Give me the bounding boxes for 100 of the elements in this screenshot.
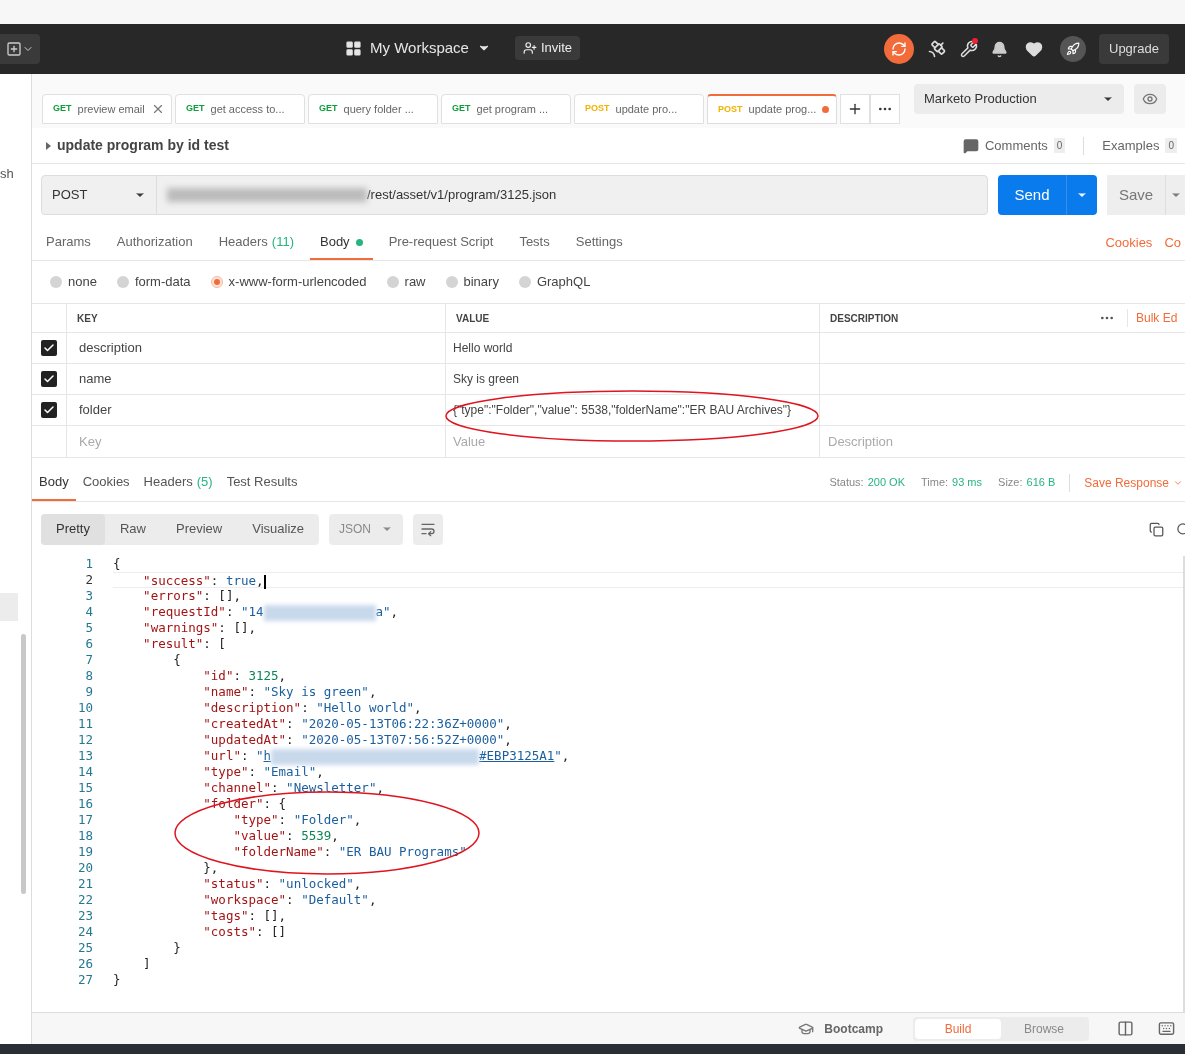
code-token: { — [113, 556, 121, 571]
view-tab[interactable]: Raw — [104, 513, 161, 545]
method-label: GET — [186, 102, 205, 116]
code-token: , — [331, 828, 339, 843]
line-number: 15 — [76, 780, 93, 796]
code-token: , — [504, 732, 512, 747]
scrollbar[interactable] — [21, 634, 26, 894]
view-tab[interactable]: Pretty — [41, 513, 105, 545]
heart-icon[interactable] — [1025, 40, 1043, 58]
wrench-icon[interactable] — [960, 40, 978, 58]
line-number: 26 — [76, 956, 93, 972]
request-tab[interactable]: POST update prog... — [707, 94, 837, 124]
comments-link[interactable]: Comments — [984, 135, 1048, 156]
request-tab[interactable]: GET query folder ... — [308, 94, 438, 124]
status-label: Status: — [829, 475, 864, 491]
body-type-radio[interactable]: x-www-form-urlencoded — [210, 272, 367, 292]
column-header: KEY — [66, 304, 445, 332]
code-token: , — [368, 892, 377, 907]
code-token: 3125 — [248, 668, 279, 683]
sync-button[interactable] — [884, 34, 914, 64]
code-token: "Default" — [301, 892, 369, 907]
response-tab[interactable]: Cookies — [75, 464, 137, 501]
body-type-radio[interactable]: none — [50, 272, 97, 292]
line-number: 6 — [84, 636, 93, 652]
line-number: 11 — [76, 716, 93, 732]
satellite-icon[interactable] — [927, 39, 947, 59]
section-tab[interactable]: Tests — [509, 226, 560, 260]
checkbox[interactable] — [41, 402, 57, 418]
code-token: : — [278, 812, 288, 827]
upgrade-button[interactable]: Upgrade — [1099, 34, 1169, 64]
input-field[interactable]: Description — [819, 426, 1185, 457]
response-tab[interactable]: Headers (5) — [136, 464, 220, 501]
keyboard-icon[interactable] — [1158, 1020, 1175, 1037]
workspace-dropdown[interactable]: My Workspace — [345, 36, 491, 60]
code-token: "warnings" — [142, 620, 219, 635]
tab-title: preview email — [77, 101, 145, 117]
eye-button[interactable] — [1134, 84, 1166, 114]
request-tab[interactable]: POST update pro... — [574, 94, 704, 124]
check-icon — [43, 342, 55, 354]
checkbox[interactable] — [41, 371, 57, 387]
code-token: "updatedAt" — [202, 732, 287, 747]
code-token: "2020-05-13T06:22:36Z+0000" — [301, 716, 505, 731]
environment-dropdown[interactable]: Marketo Production — [914, 84, 1124, 114]
examples-link[interactable]: Examples — [1102, 135, 1160, 156]
code-token: "url" — [202, 748, 241, 763]
view-tab[interactable]: Preview — [161, 513, 238, 545]
code-token: : — [271, 780, 280, 795]
count-label: (5) — [196, 472, 213, 491]
section-tab[interactable]: Pre-request Script — [378, 226, 504, 260]
response-tab[interactable]: Body — [32, 464, 76, 501]
code-token: , — [368, 684, 377, 699]
request-tab[interactable]: GET get program ... — [441, 94, 571, 124]
new-button[interactable] — [0, 34, 40, 64]
tab-title: update prog... — [748, 102, 817, 118]
url-field[interactable]: /rest/asset/v1/program/3125.json — [157, 176, 987, 214]
bell-icon[interactable] — [991, 40, 1008, 58]
table-cell: {"type":"Folder","value": 5538,"folderName":"ER BAU Archives"} — [445, 395, 819, 425]
section-tab[interactable]: Authorization — [106, 226, 203, 260]
mode-tab[interactable]: Build — [915, 1018, 1001, 1039]
wrap-button[interactable] — [413, 513, 444, 545]
view-tab[interactable]: Visualize — [237, 513, 320, 545]
new-tab-button[interactable] — [840, 94, 870, 124]
copy-icon[interactable] — [1149, 521, 1164, 537]
code-token: : — [233, 668, 242, 683]
line-number: 20 — [76, 860, 93, 876]
send-button[interactable]: Send — [998, 175, 1066, 215]
response-tab[interactable]: Test Results — [219, 464, 305, 501]
code-token: "folderName" — [232, 844, 324, 859]
code-token: , — [353, 812, 362, 827]
method-label: POST — [585, 102, 610, 116]
method-dropdown[interactable]: POST — [42, 176, 157, 214]
code-token: }, — [202, 860, 219, 875]
code-token: : — [301, 700, 310, 715]
input-field[interactable]: Key — [66, 426, 445, 457]
checkbox[interactable] — [41, 340, 57, 356]
input-field[interactable]: Value — [445, 426, 819, 457]
bootcamp-link[interactable]: Bootcamp — [824, 1019, 883, 1038]
tab-title: update pro... — [615, 101, 678, 117]
invite-button[interactable]: Invite — [514, 36, 580, 60]
request-tab[interactable]: GET preview email — [42, 94, 172, 124]
body-type-radio[interactable]: GraphQL — [518, 272, 591, 292]
rocket-button[interactable] — [1060, 36, 1086, 62]
section-tab[interactable]: Headers (11) — [208, 226, 304, 260]
header-link[interactable]: Cookies — [1105, 233, 1153, 253]
two-pane-icon[interactable] — [1117, 1020, 1134, 1037]
section-tab[interactable]: Settings — [565, 226, 633, 260]
line-number: 18 — [76, 828, 93, 844]
size-value: 616 B — [1026, 475, 1056, 491]
code-token: : [], — [203, 588, 241, 603]
save-button[interactable]: Save — [1107, 175, 1165, 215]
body-type-radio[interactable]: binary — [445, 272, 499, 292]
body-type-radio[interactable]: raw — [386, 272, 426, 292]
section-tab[interactable]: Body — [310, 226, 373, 260]
section-tab[interactable]: Params — [36, 226, 101, 260]
rocket-icon — [1066, 42, 1080, 56]
code-token: , — [504, 716, 512, 731]
request-tab[interactable]: GET get access to... — [175, 94, 305, 124]
body-type-radio[interactable]: form-data — [116, 272, 191, 292]
expand-caret-icon[interactable] — [46, 141, 51, 150]
line-number: 10 — [76, 700, 93, 716]
